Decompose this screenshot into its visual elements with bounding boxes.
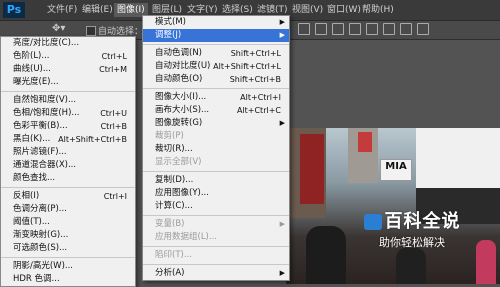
menu-separator — [143, 215, 289, 216]
menu-item-vibrance[interactable]: 自然饱和度(V)... — [1, 94, 135, 107]
menu-item-color-lookup[interactable]: 颜色查找... — [1, 172, 135, 185]
menu-item-brightness-contrast[interactable]: 亮度/对比度(C)... — [1, 37, 135, 50]
menu-item-hdr-toning[interactable]: HDR 色调... — [1, 273, 135, 286]
menu-item-photo-filter[interactable]: 照片滤镜(F)... — [1, 146, 135, 159]
menu-edit[interactable]: 编辑(E) — [79, 3, 116, 17]
menu-item-invert[interactable]: 反相(I) Ctrl+I — [1, 190, 135, 203]
adjustments-submenu: 亮度/对比度(C)... 色阶(L)... Ctrl+L 曲线(U)... Ctrl… — [0, 36, 136, 287]
menu-separator — [143, 264, 289, 265]
watermark: 百科全说 助你轻松解决 — [356, 207, 468, 250]
menu-item-image-rotation[interactable]: 图像旋转(G) ▶ — [143, 117, 289, 130]
motorcyclist — [306, 226, 346, 284]
menu-item-calculations[interactable]: 计算(C)... — [143, 200, 289, 213]
align-right-icon[interactable] — [383, 23, 395, 35]
submenu-arrow-icon: ▶ — [279, 269, 285, 277]
submenu-arrow-icon: ▶ — [279, 119, 285, 127]
watermark-title: 百科全说 — [356, 207, 468, 233]
menu-separator — [1, 187, 135, 188]
menu-separator — [1, 257, 135, 258]
menu-item-hue-saturation[interactable]: 色相/饱和度(H)... Ctrl+U — [1, 107, 135, 120]
pedestrian — [476, 240, 496, 284]
menu-item-variables[interactable]: 变量(B) ▶ — [143, 218, 289, 231]
menu-item-apply-data-set[interactable]: 应用数据组(L)... — [143, 231, 289, 244]
menu-item-mode[interactable]: 模式(M) ▶ — [143, 16, 289, 29]
menu-item-crop[interactable]: 裁剪(P) — [143, 130, 289, 143]
menu-help[interactable]: 帮助(H) — [359, 3, 397, 17]
menu-separator — [143, 44, 289, 45]
menu-item-analysis[interactable]: 分析(A) ▶ — [143, 267, 289, 280]
distribute-icon[interactable] — [400, 23, 412, 35]
menu-item-gradient-map[interactable]: 渐变映射(G)... — [1, 229, 135, 242]
document-canvas[interactable]: MIA — [286, 128, 500, 284]
align-center-icon[interactable] — [366, 23, 378, 35]
menu-separator — [143, 171, 289, 172]
menu-item-channel-mixer[interactable]: 通道混合器(X)... — [1, 159, 135, 172]
menu-separator — [143, 246, 289, 247]
submenu-arrow-icon: ▶ — [279, 18, 285, 26]
menu-item-selective-color[interactable]: 可选颜色(S)... — [1, 242, 135, 255]
auto-select-checkbox[interactable] — [86, 26, 96, 36]
watermark-logo-icon — [363, 214, 382, 230]
menu-item-posterize[interactable]: 色调分离(P)... — [1, 203, 135, 216]
menu-item-trap[interactable]: 陷印(T)... — [143, 249, 289, 262]
distribute-h-icon[interactable] — [417, 23, 429, 35]
menu-item-duplicate[interactable]: 复制(D)... — [143, 174, 289, 187]
submenu-arrow-icon: ▶ — [279, 31, 285, 39]
menu-item-auto-tone[interactable]: 自动色调(N) Shift+Ctrl+L — [143, 47, 289, 60]
submenu-arrow-icon: ▶ — [279, 220, 285, 228]
street-sign: MIA — [380, 159, 412, 181]
align-left-icon[interactable] — [349, 23, 361, 35]
menu-item-black-white[interactable]: 黑白(K)... Alt+Shift+Ctrl+B — [1, 133, 135, 146]
menu-separator — [143, 88, 289, 89]
menu-item-canvas-size[interactable]: 画布大小(S)... Alt+Ctrl+C — [143, 104, 289, 117]
motorcyclist — [396, 248, 426, 284]
align-buttons — [298, 23, 434, 37]
shop-sign — [358, 132, 372, 152]
menu-view[interactable]: 视图(V) — [289, 3, 326, 17]
menu-item-exposure[interactable]: 曝光度(E)... — [1, 76, 135, 89]
menu-window[interactable]: 窗口(W) — [324, 3, 364, 17]
building — [300, 134, 324, 204]
align-bottom-icon[interactable] — [332, 23, 344, 35]
watermark-subtitle: 助你轻松解决 — [379, 236, 445, 249]
menu-item-color-balance[interactable]: 色彩平衡(B)... Ctrl+B — [1, 120, 135, 133]
align-middle-icon[interactable] — [315, 23, 327, 35]
move-tool-icon[interactable]: ✥▾ — [52, 23, 74, 37]
menu-item-shadows-highlights[interactable]: 阴影/高光(W)... — [1, 260, 135, 273]
menu-item-adjustments[interactable]: 调整(J) ▶ — [143, 29, 289, 42]
menu-item-curves[interactable]: 曲线(U)... Ctrl+M — [1, 63, 135, 76]
menu-item-auto-color[interactable]: 自动颜色(O) Shift+Ctrl+B — [143, 73, 289, 86]
align-top-icon[interactable] — [298, 23, 310, 35]
menu-item-reveal-all[interactable]: 显示全部(V) — [143, 156, 289, 169]
menu-item-image-size[interactable]: 图像大小(I)... Alt+Ctrl+I — [143, 91, 289, 104]
menu-item-auto-contrast[interactable]: 自动对比度(U) Alt+Shift+Ctrl+L — [143, 60, 289, 73]
menu-file[interactable]: 文件(F) — [44, 3, 80, 17]
photoshop-logo: Ps — [3, 2, 25, 18]
image-menu: 模式(M) ▶ 调整(J) ▶ 自动色调(N) Shift+Ctrl+L 自动对比度(… — [142, 15, 290, 281]
menu-item-trim[interactable]: 裁切(R)... — [143, 143, 289, 156]
menu-item-apply-image[interactable]: 应用图像(Y)... — [143, 187, 289, 200]
menu-item-levels[interactable]: 色阶(L)... Ctrl+L — [1, 50, 135, 63]
menu-separator — [1, 91, 135, 92]
menu-item-threshold[interactable]: 阈值(T)... — [1, 216, 135, 229]
